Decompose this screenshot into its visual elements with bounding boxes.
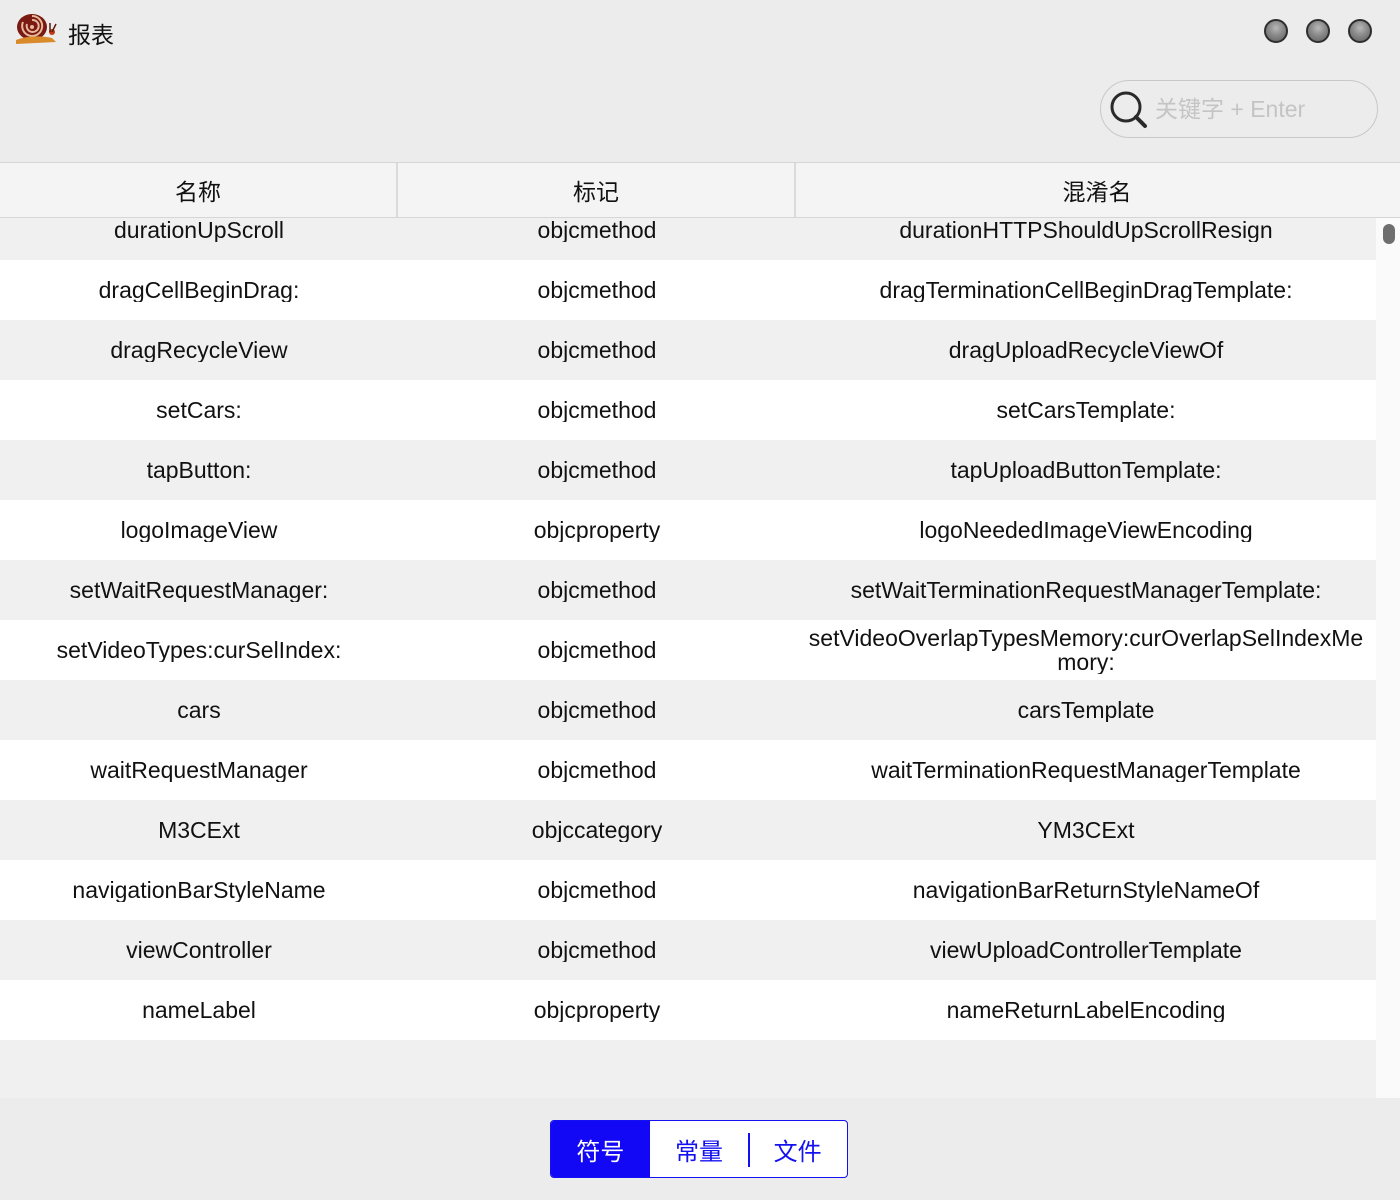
- table-header: 名称 标记 混淆名: [0, 162, 1400, 218]
- cell-tag: objcproperty: [533, 518, 661, 542]
- cell-name: dragCellBeginDrag:: [98, 278, 300, 302]
- cell-tag: objcmethod: [537, 218, 657, 242]
- cell-obfuscated-name: navigationBarReturnStyleNameOf: [912, 878, 1260, 902]
- tab-constants[interactable]: 常量: [650, 1121, 749, 1177]
- table-row[interactable]: M3CExt objccategory YM3CExt: [0, 800, 1376, 860]
- table-row[interactable]: cars objcmethod carsTemplate: [0, 680, 1376, 740]
- cell-obfuscated-name: tapUploadButtonTemplate:: [950, 458, 1222, 482]
- cell-tag: objccategory: [531, 818, 663, 842]
- cell-name: M3CExt: [158, 818, 240, 842]
- cell-tag: objcmethod: [537, 398, 657, 422]
- snail-logo-icon: [16, 14, 57, 44]
- cell-name: setVideoTypes:curSelIndex:: [56, 638, 342, 662]
- column-header-tag[interactable]: 标记: [398, 163, 796, 217]
- cell-tag: objcmethod: [537, 338, 657, 362]
- tab-symbols[interactable]: 符号: [551, 1121, 650, 1177]
- cell-obfuscated-name: durationHTTPShouldUpScrollResign: [899, 218, 1273, 242]
- cell-obfuscated-name: setCarsTemplate:: [996, 398, 1176, 422]
- minimize-button[interactable]: [1264, 19, 1288, 43]
- cell-obfuscated-name: nameReturnLabelEncoding: [946, 998, 1226, 1022]
- vertical-scrollbar[interactable]: [1376, 218, 1400, 1098]
- close-button[interactable]: [1348, 19, 1372, 43]
- table-row[interactable]: dragRecycleView objcmethod dragUploadRecyc…: [0, 320, 1376, 380]
- search-box[interactable]: [1100, 80, 1378, 138]
- table-row[interactable]: dragCellBeginDrag: objcmethod dragTerminat…: [0, 260, 1376, 320]
- table-row[interactable]: setWaitRequestManager: objcmethod setWaitT…: [0, 560, 1376, 620]
- cell-obfuscated-name: YM3CExt: [1037, 818, 1135, 842]
- cell-tag: objcmethod: [537, 698, 657, 722]
- column-header-name[interactable]: 名称: [0, 163, 398, 217]
- symbols-table: 名称 标记 混淆名 durationUpScroll objcmethod dura…: [0, 162, 1400, 1098]
- cell-tag: objcmethod: [537, 638, 657, 662]
- cell-name: cars: [177, 698, 221, 722]
- cell-obfuscated-name: waitTerminationRequestManagerTemplate: [871, 758, 1301, 782]
- cell-obfuscated-name: dragUploadRecycleViewOf: [948, 338, 1224, 362]
- cell-obfuscated-name: logoNeededImageViewEncoding: [919, 518, 1253, 542]
- title-bar[interactable]: 报表: [0, 0, 1400, 62]
- table-body: durationUpScroll objcmethod durationHTTPSh…: [0, 178, 1376, 1098]
- tab-files[interactable]: 文件: [748, 1121, 847, 1177]
- cell-name: durationUpScroll: [113, 218, 285, 242]
- cell-tag: objcmethod: [537, 278, 657, 302]
- cell-name: waitRequestManager: [90, 758, 308, 782]
- column-header-obfuscated-name[interactable]: 混淆名: [796, 163, 1398, 217]
- cell-tag: objcmethod: [537, 878, 657, 902]
- cell-name: tapButton:: [146, 458, 252, 482]
- cell-name: dragRecycleView: [110, 338, 288, 362]
- scrollbar-thumb[interactable]: [1383, 224, 1395, 244]
- cell-tag: objcmethod: [537, 938, 657, 962]
- cell-name: navigationBarStyleName: [72, 878, 326, 902]
- cell-name: setCars:: [156, 398, 242, 422]
- table-row[interactable]: setCars: objcmethod setCarsTemplate:: [0, 380, 1376, 440]
- report-window: 报表 名称 标记 混淆名 durationUpScrollobjcmethodd…: [0, 0, 1400, 1200]
- table-row[interactable]: logoImageView objcproperty logoNeededImage…: [0, 500, 1376, 560]
- cell-name: setWaitRequestManager:: [69, 578, 329, 602]
- table-row[interactable]: navigationBarStyleName objcmethod navigati…: [0, 860, 1376, 920]
- table-row[interactable]: viewController objcmethod viewUploadContro…: [0, 920, 1376, 980]
- cell-obfuscated-name: viewUploadControllerTemplate: [930, 938, 1242, 962]
- view-segmented-control: 符号 常量 文件: [550, 1120, 848, 1178]
- table-row[interactable]: tapButton: objcmethod tapUploadButtonTempl…: [0, 440, 1376, 500]
- search-input[interactable]: [1155, 89, 1365, 129]
- cell-name: viewController: [126, 938, 272, 962]
- table-row[interactable]: waitRequestManager objcmethod waitTerminat…: [0, 740, 1376, 800]
- cell-tag: objcproperty: [533, 998, 661, 1022]
- search-icon: [1110, 91, 1147, 128]
- cell-obfuscated-name: carsTemplate: [1017, 698, 1155, 722]
- tab-divider: [748, 1133, 751, 1167]
- cell-obfuscated-name: setWaitTerminationRequestManagerTemplate…: [850, 578, 1322, 602]
- cell-name: logoImageView: [120, 518, 278, 542]
- window-title: 报表: [68, 22, 114, 48]
- table-row-partial[interactable]: [0, 1040, 1376, 1098]
- cell-obfuscated-name: dragTerminationCellBeginDragTemplate:: [879, 278, 1293, 302]
- cell-tag: objcmethod: [537, 578, 657, 602]
- cell-name: nameLabel: [142, 998, 256, 1022]
- cell-obfuscated-name: setVideoOverlapTypesMemory:curOverlapSel…: [808, 626, 1364, 674]
- cell-tag: objcmethod: [537, 758, 657, 782]
- maximize-button[interactable]: [1306, 19, 1330, 43]
- table-row[interactable]: setVideoTypes:curSelIndex: objcmethod setV…: [0, 620, 1376, 680]
- table-row[interactable]: nameLabel objcproperty nameReturnLabelEnco…: [0, 980, 1376, 1040]
- cell-tag: objcmethod: [537, 458, 657, 482]
